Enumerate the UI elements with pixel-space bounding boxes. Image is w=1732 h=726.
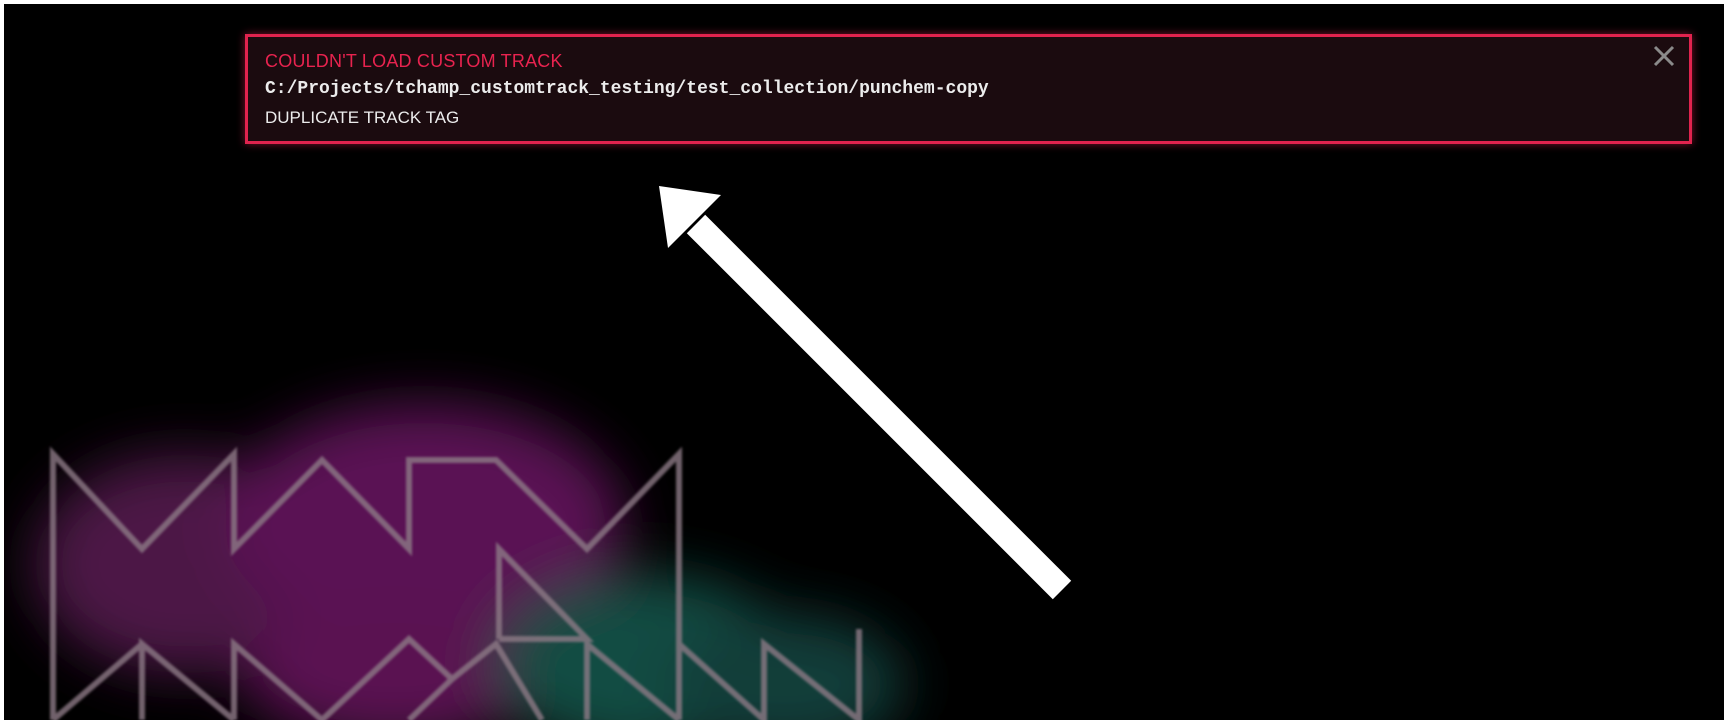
error-toast: COULDN'T LOAD CUSTOM TRACK C:/Projects/t…: [245, 34, 1692, 144]
game-screen: COULDN'T LOAD CUSTOM TRACK C:/Projects/t…: [4, 4, 1724, 720]
track-path: C:/Projects/tchamp_customtrack_testing/t…: [265, 79, 989, 99]
close-button[interactable]: [1649, 41, 1679, 71]
toast-title: COULDN'T LOAD CUSTOM TRACK: [265, 51, 563, 71]
close-icon: [1653, 45, 1675, 67]
error-reason: DUPLICATE TRACK TAG: [265, 108, 460, 127]
